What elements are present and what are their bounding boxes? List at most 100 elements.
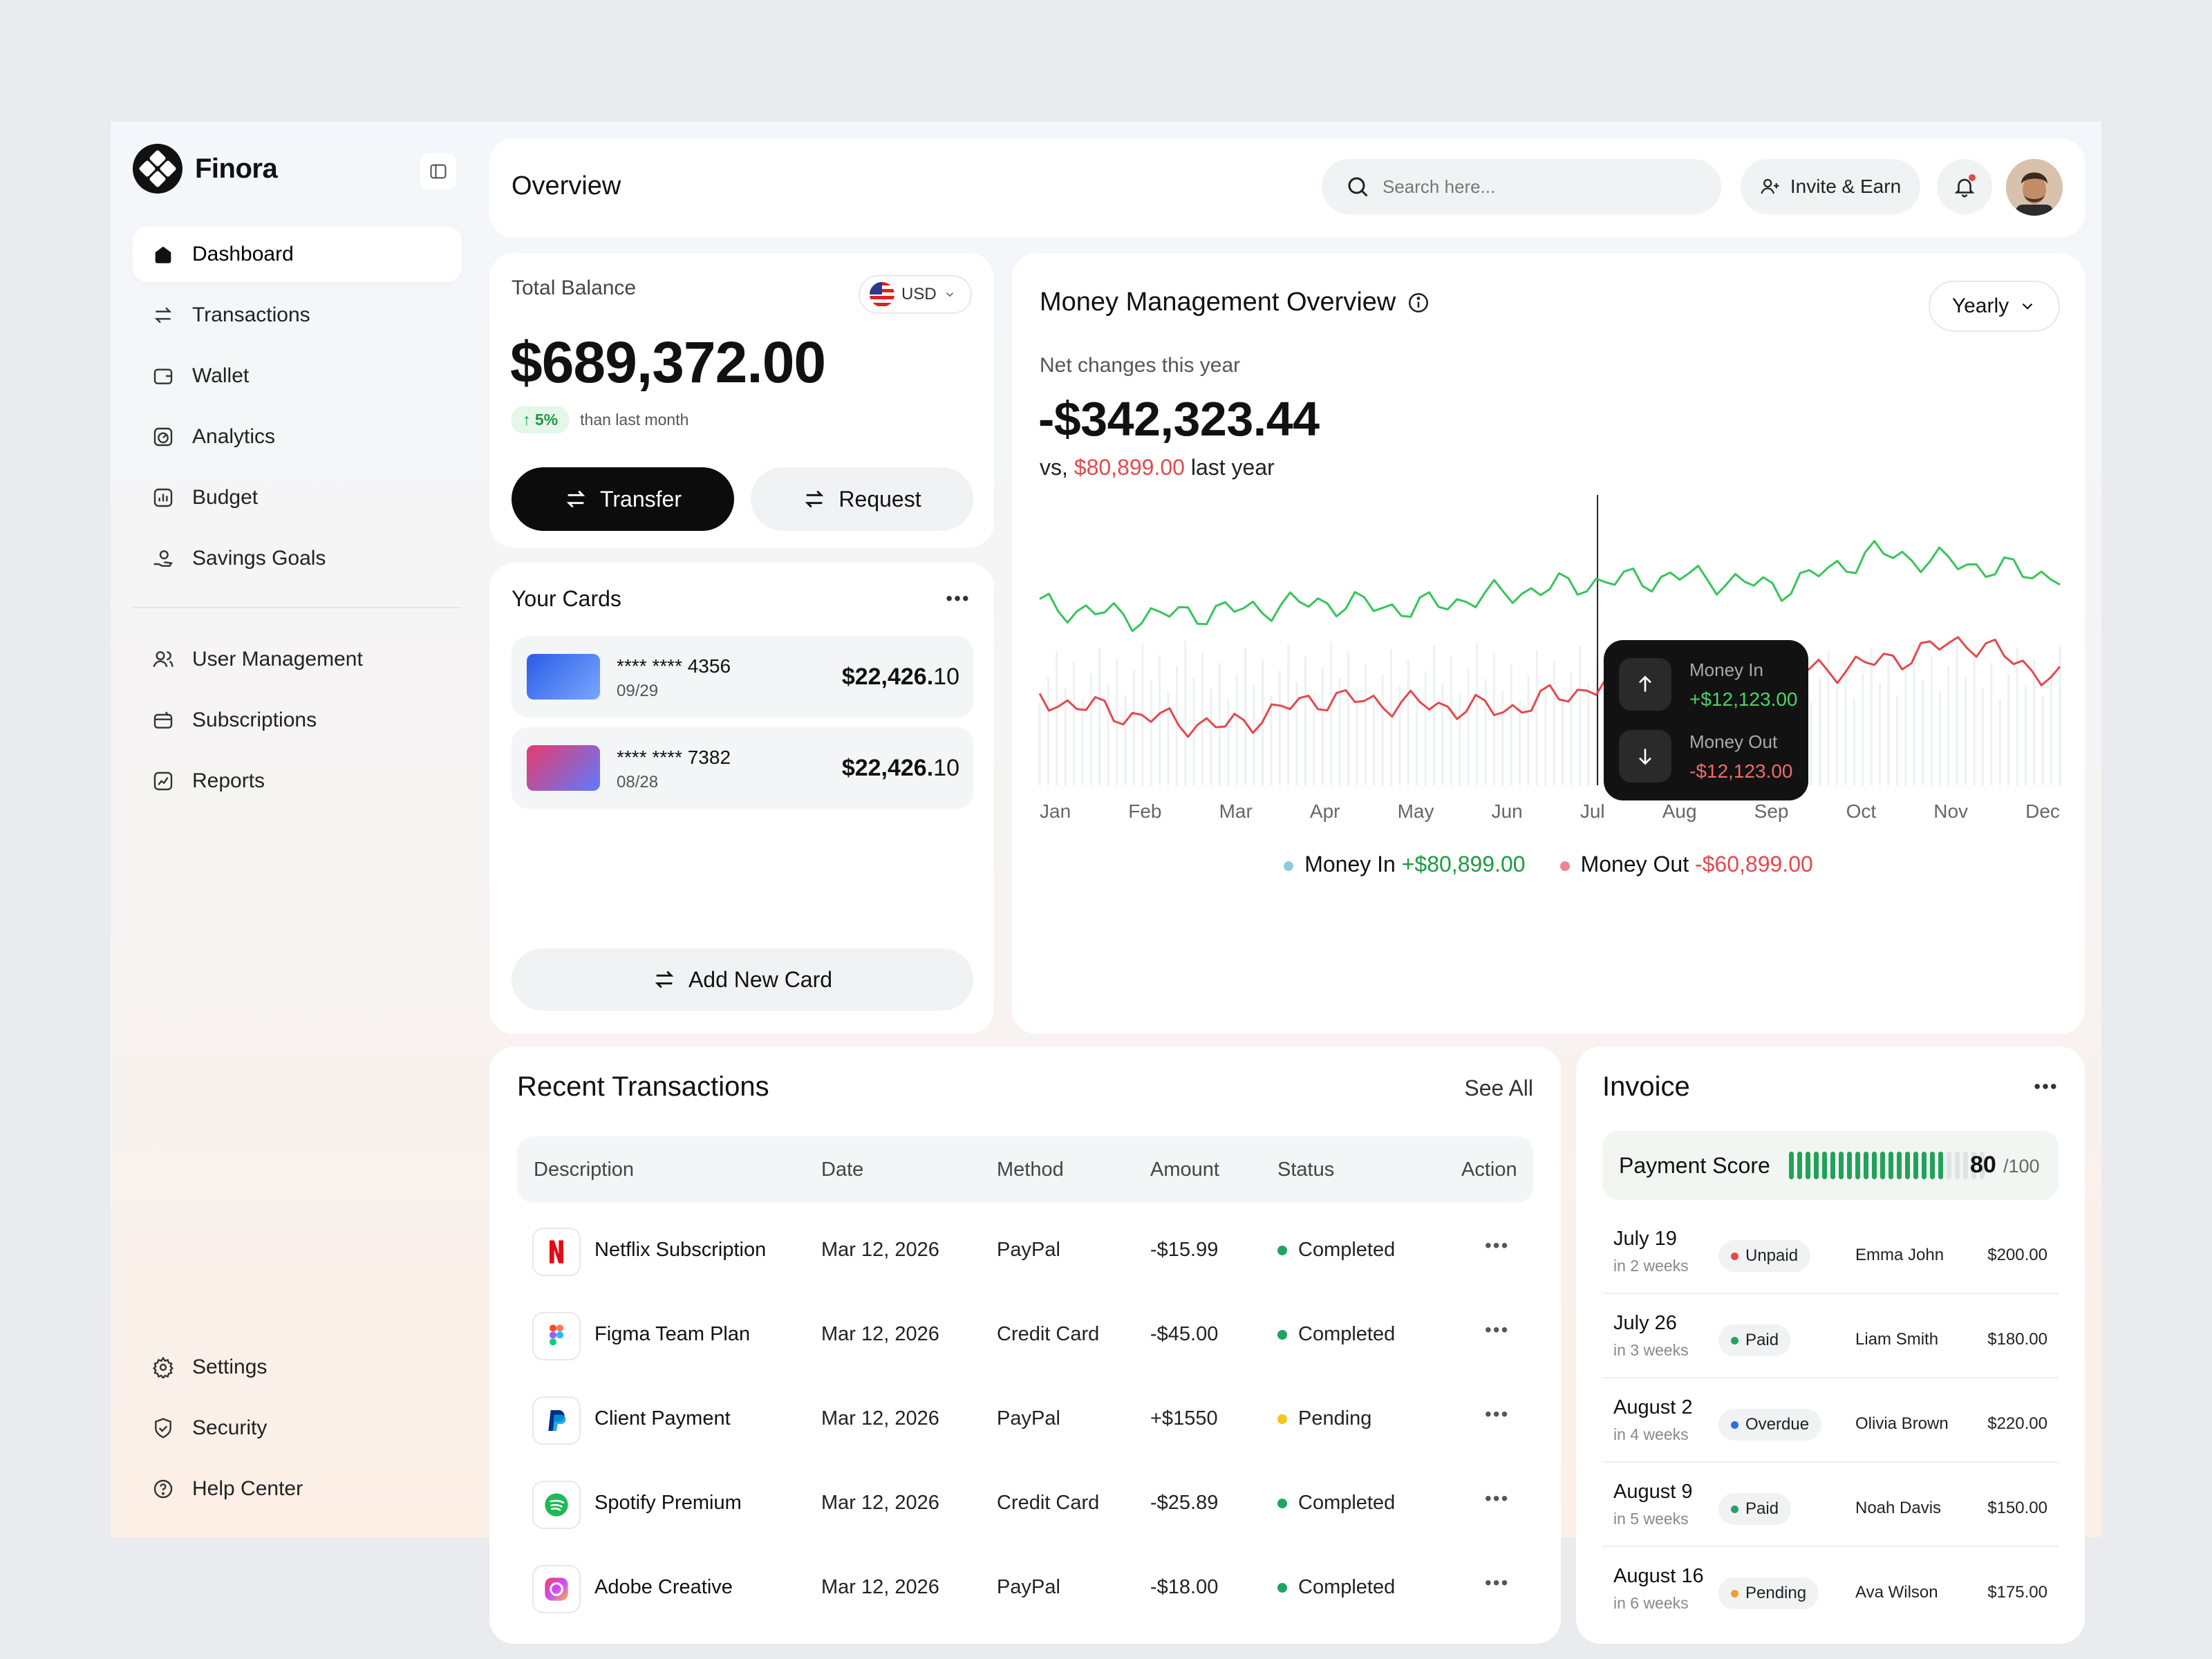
see-all-link[interactable]: See All bbox=[1464, 1076, 1533, 1101]
column-header[interactable]: Description bbox=[534, 1159, 634, 1181]
score-bar bbox=[1814, 1152, 1819, 1179]
row-more-icon[interactable]: ••• bbox=[1485, 1235, 1509, 1257]
info-icon[interactable] bbox=[1407, 291, 1430, 315]
transaction-date: Mar 12, 2026 bbox=[821, 1576, 939, 1598]
sidebar-item-security[interactable]: Security bbox=[133, 1400, 462, 1456]
notifications-button[interactable] bbox=[1937, 159, 1992, 214]
column-header[interactable]: Date bbox=[821, 1159, 863, 1181]
period-select[interactable]: Yearly bbox=[1929, 281, 2060, 332]
score-bar bbox=[1872, 1152, 1877, 1179]
currency-label: USD bbox=[901, 285, 937, 303]
x-tick-label: Jun bbox=[1491, 800, 1523, 822]
sidebar-item-label: Settings bbox=[192, 1356, 268, 1378]
score-bar bbox=[1963, 1152, 1968, 1179]
transfer-button[interactable]: Transfer bbox=[512, 467, 734, 531]
table-row[interactable]: Client Payment Mar 12, 2026 PayPal +$1550 Pe… bbox=[517, 1378, 1533, 1461]
home-icon bbox=[149, 241, 177, 268]
status-badge: Completed bbox=[1277, 1492, 1395, 1515]
sidebar-item-label: Help Center bbox=[192, 1477, 303, 1500]
invite-label: Invite & Earn bbox=[1790, 176, 1902, 197]
x-tick-label: Oct bbox=[1846, 800, 1877, 822]
nav-secondary: User Management Subscriptions Reports bbox=[133, 632, 462, 814]
more-icon[interactable]: ••• bbox=[944, 585, 972, 612]
column-header[interactable]: Status bbox=[1277, 1159, 1334, 1181]
add-new-card-button[interactable]: Add New Card bbox=[512, 948, 973, 1011]
row-more-icon[interactable]: ••• bbox=[1485, 1403, 1509, 1425]
card-item[interactable]: **** **** 4356 09/29 $22,426.10 bbox=[512, 636, 973, 718]
invoice-due: in 5 weeks bbox=[1613, 1510, 1689, 1528]
status-badge: Completed bbox=[1277, 1239, 1395, 1262]
x-axis-labels: Jan Feb Mar Apr May Jun Jul Aug Sep Oct Nov Dec bbox=[1040, 800, 2060, 823]
status-badge: Completed bbox=[1277, 1576, 1395, 1599]
transaction-method: Credit Card bbox=[997, 1492, 1100, 1514]
search-input[interactable]: Search here... bbox=[1322, 159, 1721, 214]
invoice-row[interactable]: July 26 in 3 weeks Paid Liam Smith $180.00 bbox=[1602, 1294, 2059, 1378]
sidebar-item-savings-goals[interactable]: Savings Goals bbox=[133, 531, 462, 586]
score-bar bbox=[1897, 1152, 1902, 1179]
sidebar-item-analytics[interactable]: Analytics bbox=[133, 409, 462, 465]
score-bar bbox=[1913, 1152, 1918, 1179]
change-text: than last month bbox=[580, 411, 689, 429]
invoice-title: Invoice bbox=[1602, 1071, 1690, 1102]
money-chart[interactable] bbox=[1012, 481, 2085, 799]
sidebar-item-transactions[interactable]: Transactions bbox=[133, 288, 462, 343]
status-badge: Completed bbox=[1277, 1323, 1395, 1346]
table-row[interactable]: Adobe Creative Mar 12, 2026 PayPal -$18.00 C… bbox=[517, 1547, 1533, 1630]
brand-logo[interactable]: Finora bbox=[133, 144, 278, 194]
sidebar-item-label: Security bbox=[192, 1416, 268, 1439]
add-card-label: Add New Card bbox=[688, 966, 833, 992]
request-button[interactable]: Request bbox=[751, 467, 973, 531]
status-badge: Unpaid bbox=[1718, 1240, 1811, 1272]
invoice-amount: $175.00 bbox=[1987, 1583, 2047, 1602]
invoice-row[interactable]: August 9 in 5 weeks Paid Noah Davis $150.00 bbox=[1602, 1463, 2059, 1547]
transaction-description: Netflix Subscription bbox=[594, 1239, 767, 1261]
transaction-amount: -$18.00 bbox=[1150, 1576, 1219, 1598]
transactions-title: Recent Transactions bbox=[517, 1071, 769, 1102]
sidebar-item-wallet[interactable]: Wallet bbox=[133, 348, 462, 404]
invoice-row[interactable]: July 19 in 2 weeks Unpaid Emma John $200.00 bbox=[1602, 1210, 2059, 1294]
more-icon[interactable]: ••• bbox=[2032, 1073, 2060, 1100]
sidebar-collapse-icon[interactable] bbox=[420, 153, 456, 189]
sidebar-item-label: Savings Goals bbox=[192, 547, 326, 570]
x-tick-label: Jan bbox=[1040, 800, 1071, 822]
invoice-row[interactable]: August 2 in 4 weeks Overdue Olivia Brown $22… bbox=[1602, 1378, 2059, 1463]
score-label: Payment Score bbox=[1619, 1153, 1770, 1178]
x-tick-label: Jul bbox=[1580, 800, 1605, 822]
column-header[interactable]: Action bbox=[1461, 1159, 1517, 1181]
transaction-description: Figma Team Plan bbox=[594, 1323, 751, 1345]
sidebar-item-settings[interactable]: Settings bbox=[133, 1340, 462, 1395]
row-more-icon[interactable]: ••• bbox=[1485, 1572, 1509, 1594]
column-header[interactable]: Amount bbox=[1150, 1159, 1219, 1181]
nav-main: Dashboard Transactions Wallet Analytics … bbox=[133, 227, 462, 592]
sidebar-item-help-center[interactable]: Help Center bbox=[133, 1461, 462, 1517]
row-more-icon[interactable]: ••• bbox=[1485, 1488, 1509, 1510]
sidebar-item-reports[interactable]: Reports bbox=[133, 753, 462, 809]
transactions-panel: Recent Transactions See All Description … bbox=[489, 1047, 1561, 1644]
currency-select[interactable]: USD bbox=[859, 275, 972, 314]
sidebar-item-user-management[interactable]: User Management bbox=[133, 632, 462, 687]
gear-icon bbox=[149, 1353, 177, 1381]
row-more-icon[interactable]: ••• bbox=[1485, 1319, 1509, 1341]
table-row[interactable]: Figma Team Plan Mar 12, 2026 Credit Card -$… bbox=[517, 1294, 1533, 1377]
us-flag-icon bbox=[870, 282, 894, 307]
invoice-row[interactable]: August 16 in 6 weeks Pending Ava Wilson $175… bbox=[1602, 1547, 2059, 1631]
tooltip-value: +$12,123.00 bbox=[1689, 688, 1798, 710]
invite-earn-button[interactable]: Invite & Earn bbox=[1741, 159, 1920, 214]
total-balance-panel: Total Balance USD $689,372.00 ↑ 5% than … bbox=[489, 253, 994, 547]
transaction-amount: -$25.89 bbox=[1150, 1492, 1219, 1514]
savings-icon bbox=[149, 545, 177, 572]
avatar[interactable] bbox=[2006, 159, 2063, 216]
sidebar-item-subscriptions[interactable]: Subscriptions bbox=[133, 693, 462, 748]
tooltip-money-out: Money Out -$12,123.00 bbox=[1619, 723, 1793, 784]
x-tick-label: Feb bbox=[1128, 800, 1162, 822]
series-money-out-line bbox=[1038, 636, 2061, 738]
table-row[interactable]: Netflix Subscription Mar 12, 2026 PayPal -$… bbox=[517, 1210, 1533, 1293]
column-header[interactable]: Method bbox=[997, 1159, 1064, 1181]
net-amount: -$342,323.44 bbox=[1038, 392, 1320, 446]
table-row[interactable]: Spotify Premium Mar 12, 2026 Credit Card -$… bbox=[517, 1463, 1533, 1546]
card-item[interactable]: **** **** 7382 08/28 $22,426.10 bbox=[512, 727, 973, 809]
legend-money-in: Money In +$80,899.00 bbox=[1284, 852, 1526, 877]
transfer-icon bbox=[805, 490, 824, 508]
sidebar-item-dashboard[interactable]: Dashboard bbox=[133, 227, 462, 282]
sidebar-item-budget[interactable]: Budget bbox=[133, 470, 462, 525]
